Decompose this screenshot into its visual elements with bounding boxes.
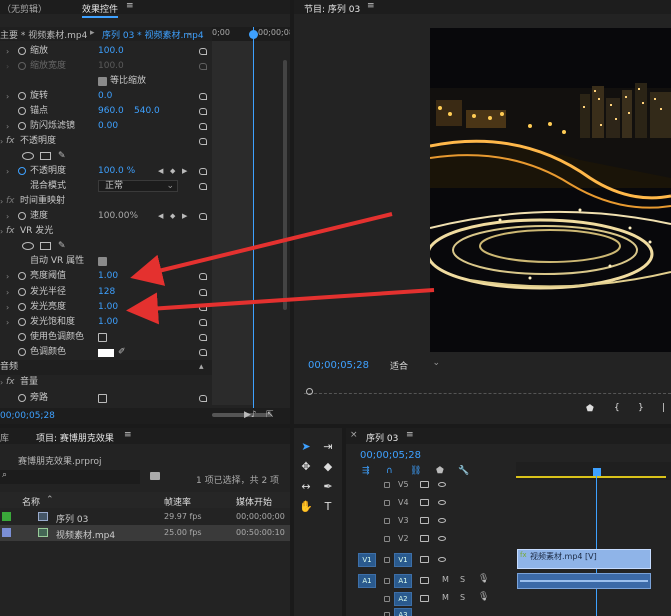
annotation-arrow-brightness bbox=[126, 288, 435, 325]
annotation-arrow-threshold bbox=[130, 212, 393, 286]
annotation-arrows bbox=[126, 212, 435, 325]
